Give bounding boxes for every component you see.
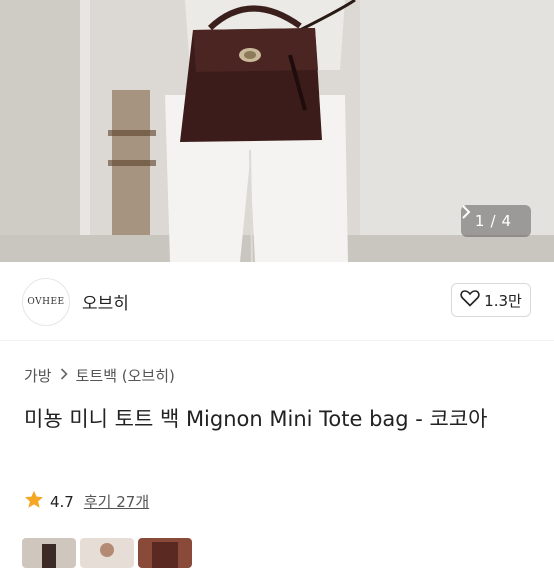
- breadcrumb: 가방 토트백 (오브히): [24, 365, 175, 386]
- rating-summary: 4.7 후기 27개: [24, 490, 149, 513]
- seller-name[interactable]: 오브히: [82, 289, 129, 314]
- review-count-link[interactable]: 후기 27개: [84, 491, 149, 512]
- breadcrumb-category[interactable]: 가방: [24, 365, 52, 386]
- gallery-current-index: 1: [474, 212, 485, 230]
- breadcrumb-subcategory[interactable]: 토트백 (오브히): [76, 365, 175, 386]
- review-photo-thumbnail[interactable]: [80, 538, 134, 568]
- gallery-pager[interactable]: 1 / 4: [461, 205, 531, 237]
- product-photo[interactable]: 1 / 4: [0, 0, 554, 262]
- rating-score: 4.7: [50, 492, 74, 511]
- gallery-index-separator: /: [490, 212, 496, 230]
- like-count: 1.3만: [484, 291, 522, 310]
- star-icon: [24, 490, 44, 513]
- review-photo-strip: [22, 538, 192, 568]
- gallery-total-count: 4: [501, 212, 512, 230]
- seller-logo-text: OVHEE: [27, 297, 65, 307]
- like-button[interactable]: 1.3만: [451, 283, 531, 317]
- product-title: 미뇽 미니 토트 백 Mignon Mini Tote bag - 코코아: [24, 407, 488, 431]
- review-photo-thumbnail[interactable]: [22, 538, 76, 568]
- review-photo-thumbnail[interactable]: [138, 538, 192, 568]
- section-divider: [0, 340, 554, 341]
- seller-logo[interactable]: OVHEE: [22, 278, 70, 326]
- seller-row[interactable]: OVHEE 오브히 1.3만: [0, 262, 554, 340]
- chevron-right-icon: [60, 367, 68, 384]
- heart-outline-icon: [460, 289, 480, 311]
